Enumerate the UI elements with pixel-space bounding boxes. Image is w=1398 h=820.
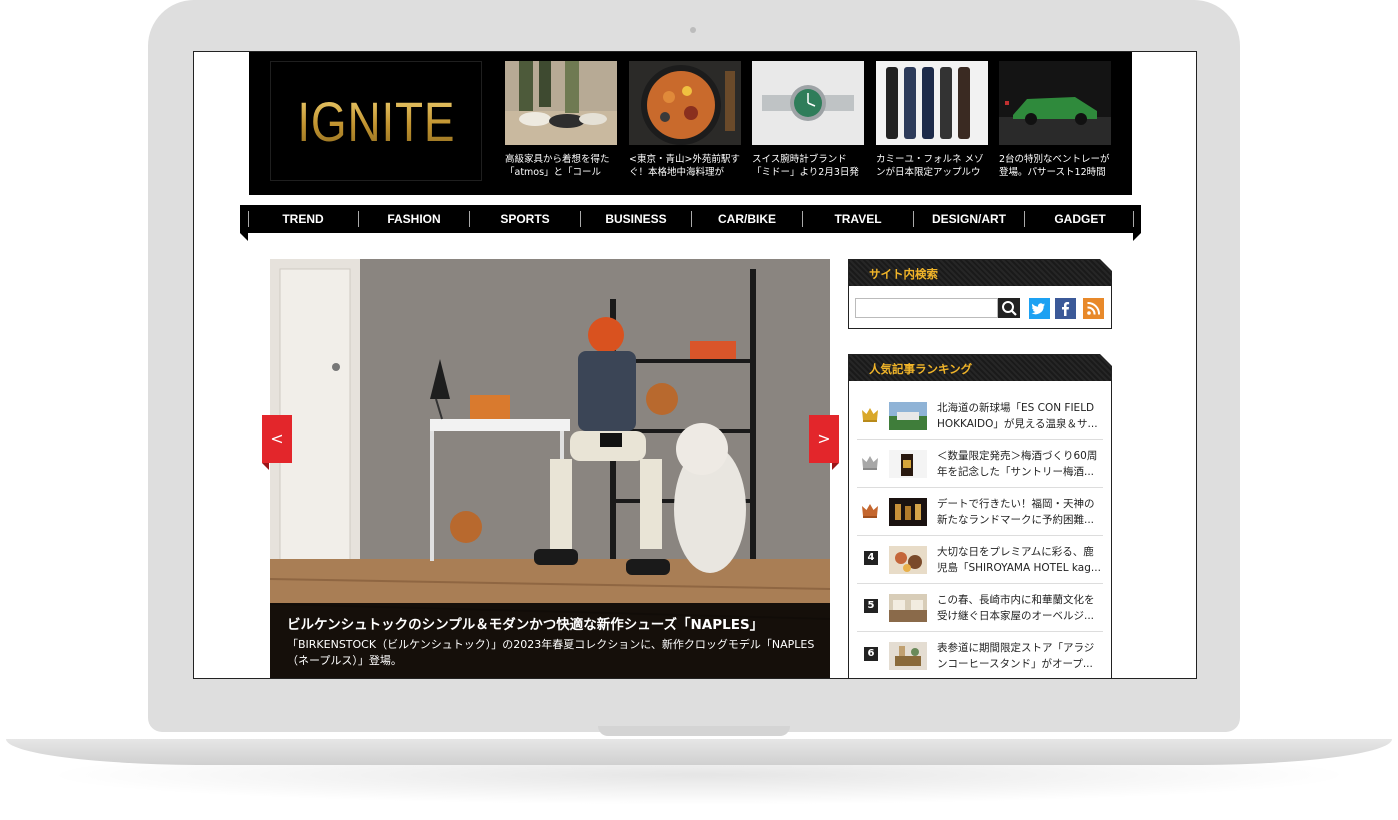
ranking-item-title[interactable]: 表参道に期間限定ストア「アラジンコーヒースタンド」がオープ... <box>937 640 1103 672</box>
prev-arrow-fold <box>262 463 269 470</box>
logo-text: IGNITE <box>296 89 456 153</box>
ranking-item-title[interactable]: 大切な日をプレミアムに彩る、鹿児島「SHIROYAMA HOTEL kag... <box>937 544 1103 576</box>
paella-image <box>629 61 741 145</box>
ranking-item[interactable]: 5 この春、長崎市内に和華蘭文化を受け継ぐ日本家屋のオーベルジ... <box>857 585 1103 632</box>
search-icon <box>1002 301 1017 316</box>
site-logo[interactable]: IGNITE <box>270 61 482 181</box>
header-thumb-caption-5[interactable]: 2台の特別なベントレーが登場。パサースト12時間レ... <box>999 153 1111 179</box>
ranking-thumb <box>889 546 927 574</box>
search-panel-header: サイト内検索 <box>849 260 1111 286</box>
ranking-item[interactable]: 6 表参道に期間限定ストア「アラジンコーヒースタンド」がオープ... <box>857 633 1103 678</box>
watch-bands-image <box>876 61 988 145</box>
nav-separator <box>248 211 249 227</box>
slider-prev-button[interactable]: < <box>262 415 292 463</box>
nav-ribbon-fold-left <box>240 233 248 241</box>
search-input[interactable] <box>855 298 998 318</box>
nav-sports[interactable]: SPORTS <box>470 205 580 233</box>
twitter-icon <box>1031 303 1045 315</box>
hero-description: 「BIRKENSTOCK（ビルケンシュトック）」の2023年春夏コレクションに、… <box>287 638 815 667</box>
slider-next-button[interactable]: > <box>809 415 839 463</box>
nav-design-art[interactable]: DESIGN/ART <box>914 205 1024 233</box>
site-header: IGNITE 高級家具から着想を得た「atmos」と「コールハ... <box>249 52 1132 195</box>
header-thumb-caption-1[interactable]: 高級家具から着想を得た「atmos」と「コールハ... <box>505 153 617 179</box>
search-heading: サイト内検索 <box>869 267 938 281</box>
facebook-icon <box>1062 302 1070 316</box>
nav-trend[interactable]: TREND <box>248 205 358 233</box>
rank-number: 6 <box>864 647 878 661</box>
silver-crown-icon <box>862 456 878 470</box>
ranking-item[interactable]: デートで行きたい！福岡・天神の新たなランドマークに予約困難... <box>857 489 1103 536</box>
ranking-panel: 人気記事ランキング 北海道の新球場「ES CON FIELD HOKKAIDO」… <box>848 354 1112 678</box>
header-thumb-3[interactable] <box>752 61 864 145</box>
nav-business[interactable]: BUSINESS <box>581 205 691 233</box>
laptop-notch <box>598 726 790 736</box>
ranking-item-title[interactable]: ＜数量限定発売＞梅酒づくり60周年を記念した「サントリー梅酒... <box>937 448 1103 480</box>
header-thumb-2[interactable] <box>629 61 741 145</box>
ranking-thumb <box>889 402 927 430</box>
header-thumb-caption-2[interactable]: <東京・青山>外苑前駅すぐ！本格地中海料理が味... <box>629 153 741 179</box>
header-thumb-caption-4[interactable]: カミーユ・フォルネ メゾンが日本限定アップルウォ... <box>876 153 988 179</box>
car-image <box>999 61 1111 145</box>
rank-number: 5 <box>864 599 878 613</box>
rss-button[interactable] <box>1083 298 1104 319</box>
watch-image <box>752 61 864 145</box>
nav-separator <box>1133 211 1134 227</box>
panel-corner <box>1100 354 1112 366</box>
hero-caption: ビルケンシュトックのシンプル＆モダンかつ快適な新作シューズ「NAPLES」 「B… <box>270 603 830 678</box>
sneaker-image <box>505 61 617 145</box>
hero-title[interactable]: ビルケンシュトックのシンプル＆モダンかつ快適な新作シューズ「NAPLES」 <box>287 613 763 633</box>
facebook-button[interactable] <box>1055 298 1076 319</box>
ranking-thumb <box>889 498 927 526</box>
ranking-thumb <box>889 594 927 622</box>
ranking-item-title[interactable]: この春、長崎市内に和華蘭文化を受け継ぐ日本家屋のオーベルジ... <box>937 592 1103 624</box>
bronze-crown-icon <box>862 504 878 518</box>
next-arrow-fold <box>832 463 839 470</box>
ranking-item-title[interactable]: デートで行きたい！福岡・天神の新たなランドマークに予約困難... <box>937 496 1103 528</box>
nav-ribbon-fold-right <box>1133 233 1141 241</box>
search-button[interactable] <box>998 298 1020 318</box>
twitter-button[interactable] <box>1029 298 1050 319</box>
nav-gadget[interactable]: GADGET <box>1025 205 1135 233</box>
rss-icon <box>1087 302 1100 315</box>
panel-corner <box>1100 259 1112 271</box>
header-thumb-5[interactable] <box>999 61 1111 145</box>
ranking-item[interactable]: ＜数量限定発売＞梅酒づくり60周年を記念した「サントリー梅酒... <box>857 441 1103 488</box>
search-panel: サイト内検索 <box>848 259 1112 329</box>
ranking-thumb <box>889 642 927 670</box>
camera-dot <box>690 27 696 33</box>
ranking-thumb <box>889 450 927 478</box>
nav-car-bike[interactable]: CAR/BIKE <box>692 205 802 233</box>
main-nav: TREND FASHION SPORTS BUSINESS CAR/BIKE T… <box>240 205 1141 233</box>
nav-travel[interactable]: TRAVEL <box>803 205 913 233</box>
ranking-item[interactable]: 4 大切な日をプレミアムに彩る、鹿児島「SHIROYAMA HOTEL kag.… <box>857 537 1103 584</box>
ranking-panel-header: 人気記事ランキング <box>849 355 1111 381</box>
gold-crown-icon <box>862 408 878 422</box>
ranking-item-title[interactable]: 北海道の新球場「ES CON FIELD HOKKAIDO」が見える温泉＆サ..… <box>937 400 1103 432</box>
nav-fashion[interactable]: FASHION <box>359 205 469 233</box>
ranking-item[interactable]: 北海道の新球場「ES CON FIELD HOKKAIDO」が見える温泉＆サ..… <box>857 393 1103 440</box>
header-thumb-caption-3[interactable]: スイス腕時計ブランド「ミドー」より2月3日発売、... <box>752 153 864 179</box>
laptop-base <box>6 739 1392 765</box>
hero-slider[interactable]: ビルケンシュトックのシンプル＆モダンかつ快適な新作シューズ「NAPLES」 「B… <box>270 259 830 678</box>
header-thumb-4[interactable] <box>876 61 988 145</box>
header-thumb-1[interactable] <box>505 61 617 145</box>
browser-screen: IGNITE 高級家具から着想を得た「atmos」と「コールハ... <box>193 51 1197 679</box>
rank-number: 4 <box>864 551 878 565</box>
ranking-heading: 人気記事ランキング <box>869 362 973 376</box>
